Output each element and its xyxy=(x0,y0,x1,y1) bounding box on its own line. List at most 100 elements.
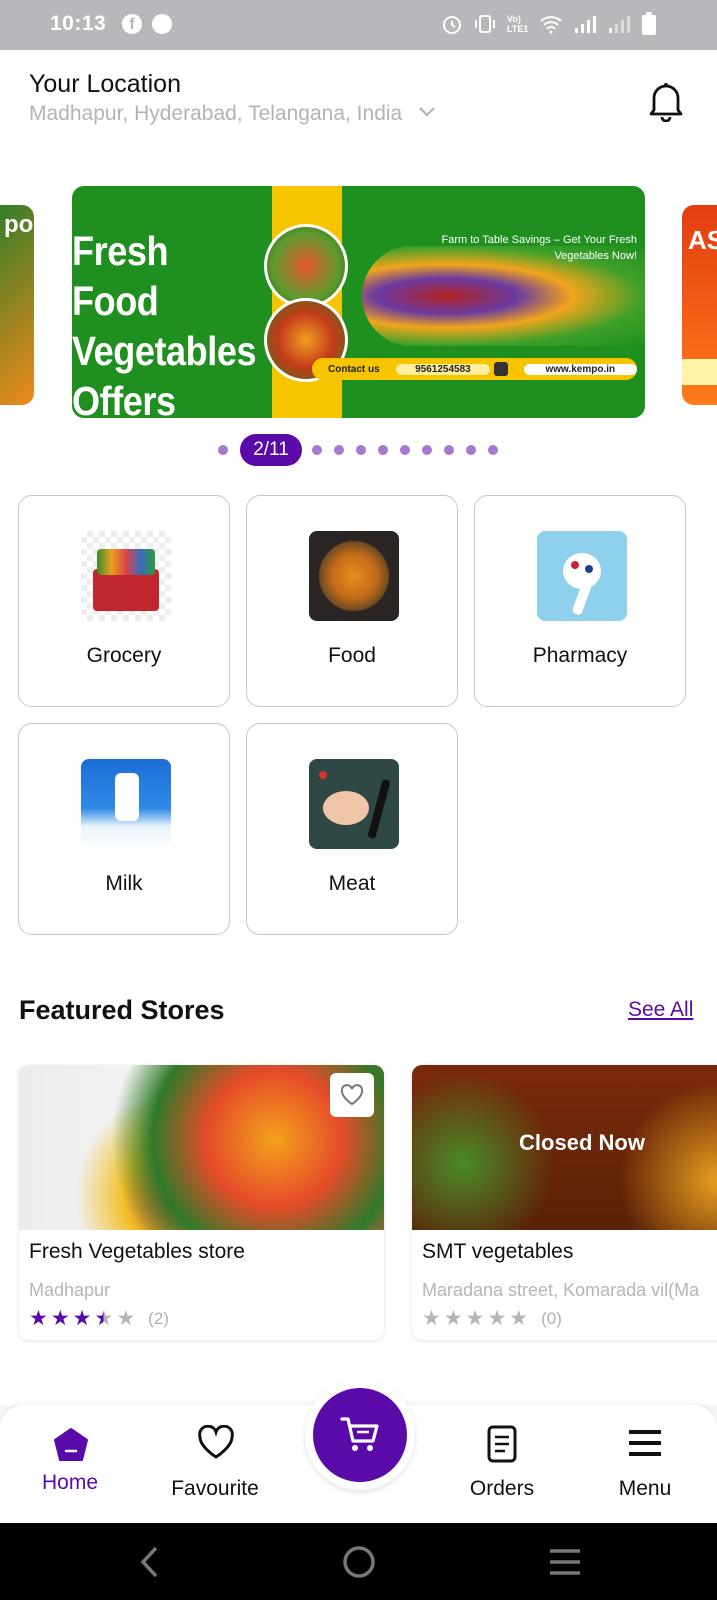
star-icon: ★ xyxy=(509,1307,529,1330)
carousel-dot[interactable] xyxy=(218,445,228,455)
category-food[interactable]: Food xyxy=(246,495,458,707)
menu-icon xyxy=(629,1430,661,1456)
favourite-button[interactable] xyxy=(330,1073,374,1117)
signal-icon xyxy=(575,16,596,33)
carousel-dot[interactable] xyxy=(488,445,498,455)
chevron-down-icon[interactable] xyxy=(418,105,436,119)
system-navigation-bar xyxy=(0,1523,717,1600)
category-label: Pharmacy xyxy=(532,644,628,667)
carousel-dot[interactable] xyxy=(422,445,432,455)
nav-favourite-label: Favourite xyxy=(171,1477,259,1500)
carousel-dot[interactable] xyxy=(466,445,476,455)
star-icon: ★ xyxy=(443,1307,463,1330)
review-count: (0) xyxy=(541,1308,562,1328)
category-grocery[interactable]: Grocery xyxy=(18,495,230,707)
carousel-indicator: 2/11 xyxy=(0,430,717,466)
nav-favourite[interactable]: Favourite xyxy=(165,1405,265,1523)
banner-veg-circle xyxy=(264,224,348,308)
home-icon xyxy=(54,1428,88,1461)
location-title: Your Location xyxy=(29,70,181,98)
banner-prev-text: po xyxy=(4,211,34,238)
heart-icon xyxy=(198,1425,234,1459)
banner-headline: Fresh Food Vegetables Offers xyxy=(72,228,257,418)
banner-website: www.kempo.in xyxy=(523,363,638,375)
store-status: Closed Now xyxy=(519,1130,645,1155)
section-title: Featured Stores xyxy=(19,995,225,1025)
category-grid: Grocery Food Pharmacy Milk Meat xyxy=(0,480,717,965)
star-icon: ★ xyxy=(465,1307,485,1330)
star-icon: ★ xyxy=(422,1307,441,1330)
vibrate-icon xyxy=(475,15,495,33)
location-header: Your Location Madhapur, Hyderabad, Telan… xyxy=(0,50,717,160)
carousel-dot[interactable] xyxy=(312,445,322,455)
category-label: Meat xyxy=(328,872,376,895)
store-rating: ★ ★ ★ ★ ★ (0) xyxy=(422,1308,562,1329)
meat-image xyxy=(309,759,399,849)
app-notification-icon xyxy=(152,14,172,34)
star-icon: ★ xyxy=(116,1307,136,1330)
status-time: 10:13 xyxy=(50,12,107,35)
battery-icon xyxy=(642,12,656,35)
bell-icon[interactable] xyxy=(646,80,686,122)
banner-carousel[interactable]: po Fresh Food Vegetables Offers Farm to … xyxy=(0,160,717,480)
location-address[interactable]: Madhapur, Hyderabad, Telangana, India xyxy=(29,102,402,126)
nav-orders[interactable]: Orders xyxy=(452,1405,552,1523)
nav-menu-label: Menu xyxy=(618,1477,672,1500)
star-icon: ★ xyxy=(29,1307,48,1330)
status-bar: 10:13 f Vo) LTE1 xyxy=(0,0,717,50)
see-all-link[interactable]: See All xyxy=(628,998,693,1022)
star-icon: ★ xyxy=(50,1307,70,1330)
category-label: Food xyxy=(328,644,376,667)
orders-icon xyxy=(487,1425,517,1463)
grocery-image xyxy=(81,531,171,621)
back-icon[interactable] xyxy=(138,1545,162,1579)
banner-prev[interactable]: po xyxy=(0,205,34,405)
store-address: Maradana street, Komarada vil(Ma xyxy=(422,1280,700,1300)
status-icons: Vo) LTE1 xyxy=(441,12,657,36)
facebook-icon: f xyxy=(122,14,142,34)
heart-icon xyxy=(340,1084,364,1106)
featured-stores-section: Featured Stores See All Fresh Vegetables… xyxy=(0,965,717,1405)
nav-home[interactable]: Home xyxy=(30,1405,110,1523)
carousel-dot[interactable] xyxy=(356,445,366,455)
banner-card[interactable]: Fresh Food Vegetables Offers Farm to Tab… xyxy=(72,186,645,418)
banner-contact-label: Contact us xyxy=(328,363,380,375)
carousel-dot[interactable] xyxy=(334,445,344,455)
nav-home-label: Home xyxy=(41,1471,99,1494)
carousel-dot[interactable] xyxy=(400,445,410,455)
recents-icon[interactable] xyxy=(548,1547,582,1577)
nav-menu[interactable]: Menu xyxy=(595,1405,695,1523)
half-star-icon: ★ xyxy=(94,1307,114,1330)
banner-next-strip xyxy=(682,359,717,385)
cart-button[interactable] xyxy=(305,1380,415,1490)
milk-image xyxy=(81,759,171,849)
pharmacy-image xyxy=(537,531,627,621)
volte-label: Vo) LTE1 xyxy=(507,14,529,34)
category-pharmacy[interactable]: Pharmacy xyxy=(474,495,686,707)
banner-next-text: ASH xyxy=(688,225,717,255)
category-milk[interactable]: Milk xyxy=(18,723,230,935)
globe-icon xyxy=(493,362,508,376)
star-icon: ★ xyxy=(72,1307,92,1330)
star-icon: ★ xyxy=(487,1307,507,1330)
store-name: SMT vegetables xyxy=(422,1240,574,1263)
nav-orders-label: Orders xyxy=(469,1477,535,1500)
store-card[interactable]: Closed Now SMT vegetables Maradana stree… xyxy=(412,1065,717,1340)
banner-contact-bar: Contact us 9561254583 www.kempo.in xyxy=(312,358,638,380)
category-meat[interactable]: Meat xyxy=(246,723,458,935)
store-card[interactable]: Fresh Vegetables store Madhapur ★ ★ ★ ★ … xyxy=(19,1065,384,1340)
review-count: (2) xyxy=(148,1308,169,1328)
carousel-dot-active: 2/11 xyxy=(240,434,302,466)
store-name: Fresh Vegetables store xyxy=(29,1240,245,1263)
cart-button-circle xyxy=(313,1388,407,1482)
alarm-icon xyxy=(443,16,461,34)
carousel-dot[interactable] xyxy=(444,445,454,455)
banner-phone: 9561254583 xyxy=(396,363,490,375)
store-rating: ★ ★ ★ ★ ★ (2) xyxy=(29,1308,169,1329)
carousel-dot[interactable] xyxy=(378,445,388,455)
banner-next[interactable]: ASH xyxy=(682,205,717,405)
cart-icon xyxy=(340,1417,379,1451)
home-circle-icon[interactable] xyxy=(342,1545,376,1579)
category-label: Milk xyxy=(105,872,143,895)
food-image xyxy=(309,531,399,621)
